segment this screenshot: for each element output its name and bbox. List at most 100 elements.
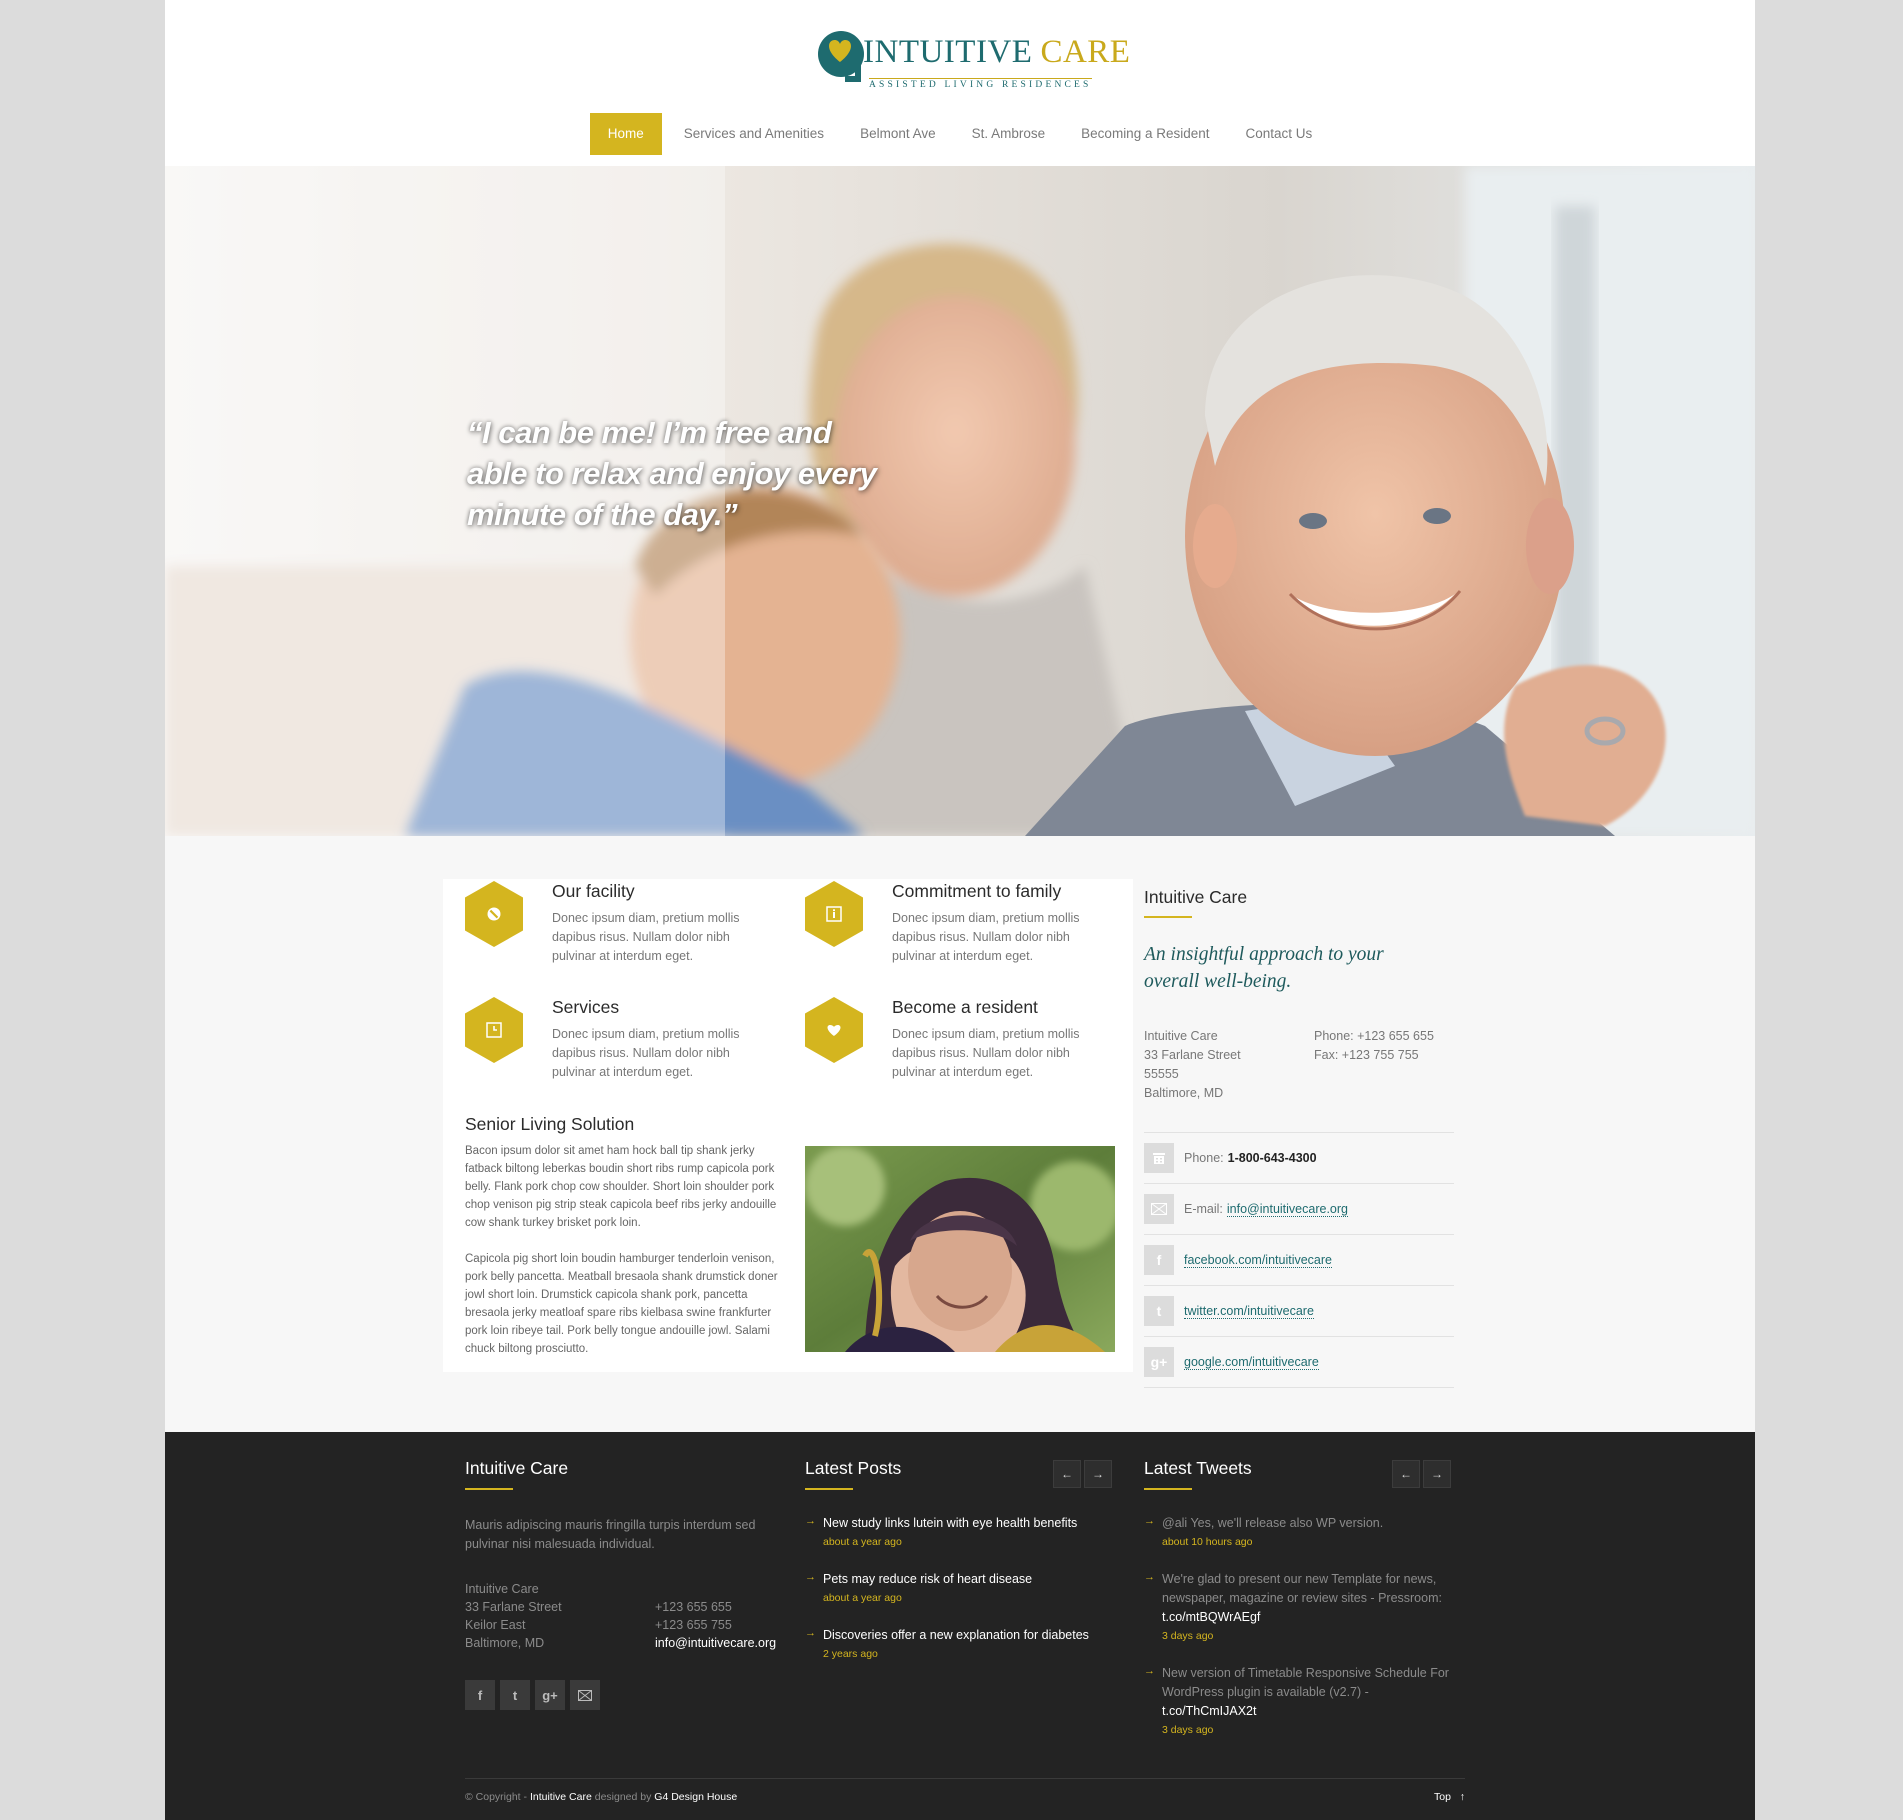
logo-wordmark: INTUITIVE CARE [863, 36, 1130, 69]
top-label: Top [1434, 1791, 1451, 1803]
arrow-bullet-icon: → [1144, 1571, 1155, 1583]
post-item[interactable]: → New study links lutein with eye health… [805, 1514, 1115, 1548]
post-item[interactable]: → Discoveries offer a new explanation fo… [805, 1626, 1115, 1660]
copyright: © Copyright - Intuitive Care designed by… [465, 1791, 737, 1803]
feature-title: Our facility [552, 881, 635, 901]
nav-item-becoming-resident[interactable]: Becoming a Resident [1063, 113, 1227, 155]
feature-text: Donec ipsum diam, pretium mollis dapibus… [552, 911, 740, 963]
copyright-prefix: © Copyright - [465, 1791, 528, 1803]
address-line: Baltimore, MD [465, 1636, 545, 1650]
tweet-link[interactable]: t.co/mtBQWrAEgf [1162, 1610, 1260, 1624]
hero-banner: “I can be me! I’m free and able to relax… [165, 166, 1755, 836]
twitter-icon[interactable]: t [500, 1680, 530, 1710]
heading-underline [465, 1488, 513, 1490]
prev-arrow-icon[interactable]: ← [1392, 1460, 1420, 1488]
next-arrow-icon[interactable]: → [1423, 1460, 1451, 1488]
nav-item-contact[interactable]: Contact Us [1228, 113, 1331, 155]
page: INTUITIVE CARE ASSISTED LIVING RESIDENCES… [165, 0, 1755, 1820]
feature-services: Services Donec ipsum diam, pretium molli… [465, 997, 785, 1093]
paragraph: Bacon ipsum dolor sit amet ham hock ball… [465, 1145, 777, 1229]
google-link[interactable]: google.com/intuitivecare [1184, 1355, 1319, 1370]
feature-hexagon [465, 997, 523, 1063]
footer-address: Intuitive Care 33 Farlane Street Keilor … [465, 1580, 562, 1652]
tweet-link[interactable]: t.co/ThCmIJAX2t [1162, 1704, 1256, 1718]
logo-word-2: CARE [1040, 34, 1131, 70]
main-nav: Home Services and Amenities Belmont Ave … [165, 113, 1755, 155]
envelope-icon [1144, 1194, 1174, 1224]
facebook-icon[interactable]: f [465, 1680, 495, 1710]
nav-item-st-ambrose[interactable]: St. Ambrose [954, 113, 1064, 155]
paragraph: Capicola pig short loin boudin hamburger… [465, 1253, 778, 1355]
hero-quote: “I can be me! I’m free and able to relax… [467, 415, 877, 532]
sidebar-address: Intuitive Care 33 Farlane Street 55555 B… [1144, 1027, 1241, 1103]
facebook-link[interactable]: facebook.com/intuitivecare [1184, 1253, 1332, 1268]
next-arrow-icon[interactable]: → [1084, 1460, 1112, 1488]
tweet-text: We're glad to present our new Template f… [1162, 1570, 1454, 1627]
clock-icon [465, 997, 523, 1063]
back-to-top-link[interactable]: Top ↑ [1434, 1791, 1465, 1803]
tweet-item: → We're glad to present our new Template… [1144, 1570, 1454, 1642]
tweet-item: → @ali Yes, we'll release also WP versio… [1144, 1514, 1454, 1548]
nav-item-services[interactable]: Services and Amenities [666, 113, 842, 155]
nav-item-belmont[interactable]: Belmont Ave [842, 113, 954, 155]
heart-icon [805, 997, 863, 1063]
copyright-brand-link[interactable]: Intuitive Care [530, 1791, 592, 1803]
nav-item-home[interactable]: Home [589, 113, 662, 155]
footer-social-icons: f t g+ [465, 1680, 600, 1710]
tweet-text: @ali Yes, we'll release also WP version. [1162, 1516, 1384, 1530]
feature-title: Commitment to family [892, 881, 1062, 901]
main-content: Our facility Donec ipsum diam, pretium m… [165, 836, 1755, 1432]
address-line: 55555 [1144, 1067, 1179, 1081]
tweet-text: New version of Timetable Responsive Sche… [1162, 1664, 1454, 1721]
feature-text: Donec ipsum diam, pretium mollis dapibus… [552, 1027, 740, 1079]
post-item[interactable]: → Pets may reduce risk of heart disease … [805, 1570, 1115, 1604]
section-title-senior-living: Senior Living Solution [465, 1114, 635, 1134]
contact-row-email: E-mail: info@intuitivecare.org [1144, 1184, 1454, 1235]
arrow-bullet-icon: → [805, 1627, 816, 1639]
tweet-body: We're glad to present our new Template f… [1162, 1572, 1442, 1605]
footer-phones: +123 655 655 +123 655 755 info@intuitive… [655, 1598, 776, 1652]
tweet-body: New version of Timetable Responsive Sche… [1162, 1666, 1449, 1699]
heading-underline [1144, 1488, 1192, 1490]
sidebar-tagline: An insightful approach to your overall w… [1144, 944, 1384, 992]
address-line: Intuitive Care [1144, 1029, 1218, 1043]
address-line: Baltimore, MD [1144, 1086, 1224, 1100]
site-header: INTUITIVE CARE ASSISTED LIVING RESIDENCES… [165, 0, 1755, 166]
contact-row-twitter: t twitter.com/intuitivecare [1144, 1286, 1454, 1337]
site-logo[interactable]: INTUITIVE CARE ASSISTED LIVING RESIDENCES [815, 22, 1130, 94]
sidebar-phones: Phone: +123 655 655 Fax: +123 755 755 [1314, 1027, 1434, 1065]
envelope-icon[interactable] [570, 1680, 600, 1710]
footer-about-heading: Intuitive Care [465, 1458, 569, 1478]
site-footer: Intuitive Care Mauris adipiscing mauris … [165, 1432, 1755, 1820]
twitter-link[interactable]: twitter.com/intuitivecare [1184, 1304, 1314, 1319]
arrow-bullet-icon: → [805, 1515, 816, 1527]
feature-our-facility: Our facility Donec ipsum diam, pretium m… [465, 881, 785, 977]
arrow-up-icon: ↑ [1453, 1791, 1465, 1803]
fax-line: Fax: +123 755 755 [1314, 1048, 1419, 1062]
posts-carousel-controls: ← → [1053, 1460, 1112, 1488]
heading-underline [1144, 916, 1192, 918]
google-plus-icon: g+ [1144, 1347, 1174, 1377]
feature-commitment-to-family: Commitment to family Donec ipsum diam, p… [805, 881, 1125, 977]
footer-tweets-heading: Latest Tweets [1144, 1458, 1252, 1478]
heart-house-logo-icon [818, 31, 864, 82]
tweet-time: about 10 hours ago [1162, 1536, 1253, 1548]
facebook-icon: f [1144, 1245, 1174, 1275]
post-title[interactable]: New study links lutein with eye health b… [823, 1514, 1115, 1533]
contact-row-phone: Phone: 1-800-643-4300 [1144, 1133, 1454, 1184]
designer-link[interactable]: G4 Design House [654, 1791, 737, 1803]
footer-bottom-bar: © Copyright - Intuitive Care designed by… [465, 1778, 1465, 1803]
contact-list: Phone: 1-800-643-4300 E-mail: info@intui… [1144, 1132, 1454, 1388]
latest-posts-list: → New study links lutein with eye health… [805, 1514, 1115, 1682]
prev-arrow-icon[interactable]: ← [1053, 1460, 1081, 1488]
twitter-icon: t [1144, 1296, 1174, 1326]
latest-tweets-list: → @ali Yes, we'll release also WP versio… [1144, 1514, 1454, 1758]
arrow-bullet-icon: → [805, 1571, 816, 1583]
footer-email[interactable]: info@intuitivecare.org [655, 1634, 776, 1652]
post-title[interactable]: Pets may reduce risk of heart disease [823, 1570, 1115, 1589]
contact-phone-value[interactable]: 1-800-643-4300 [1228, 1151, 1317, 1165]
contact-email-link[interactable]: info@intuitivecare.org [1226, 1202, 1348, 1217]
google-plus-icon[interactable]: g+ [535, 1680, 565, 1710]
feature-hexagon [805, 881, 863, 947]
post-title[interactable]: Discoveries offer a new explanation for … [823, 1626, 1115, 1645]
